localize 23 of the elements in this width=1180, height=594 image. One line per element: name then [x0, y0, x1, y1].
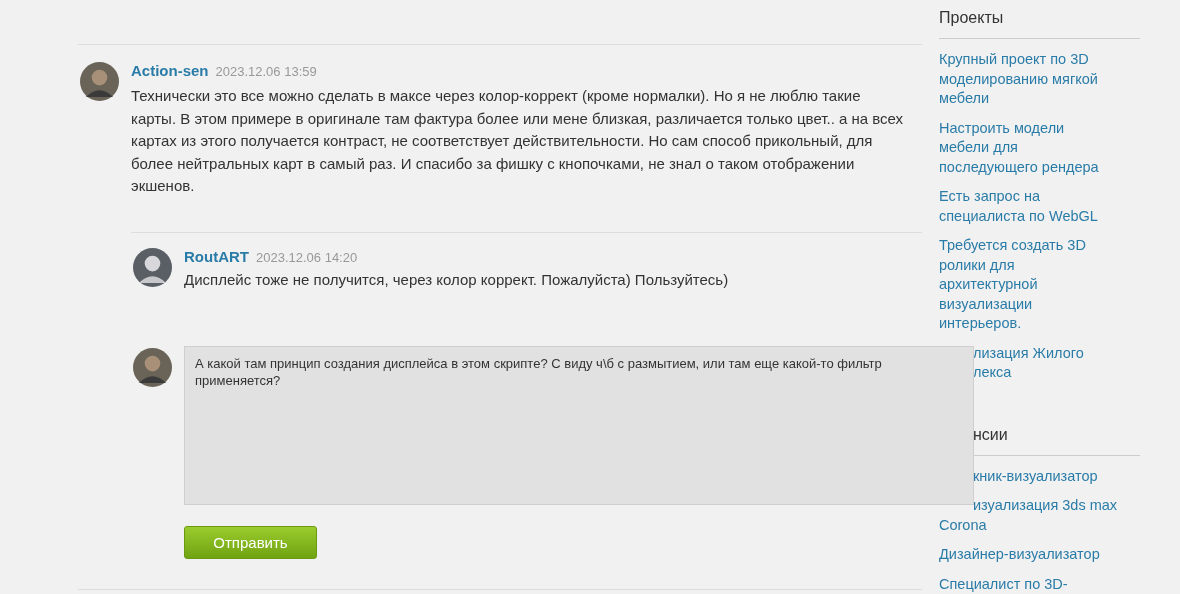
sidebar-link[interactable]: Есть запрос на специалиста по WebGL — [939, 187, 1105, 226]
comment-text: Дисплейс тоже не получится, через колор коррект. Пожалуйста) Пользуйтесь) — [184, 269, 730, 290]
avatar — [133, 247, 172, 287]
avatar — [80, 62, 119, 101]
comment-date: 2023.12.06 14:20 — [256, 249, 358, 265]
sidebar-link[interactable]: Настроить модели мебели для последующего рендера — [939, 118, 1105, 177]
comment-text: Технически это все можно сделать в максе через колор-коррект (кроме нормалки). Но я не люблю такие карты. В этом примере в оригинале там фактура более или мене близкая, различается только цвет.. а на всех картах из этого получается контраст, не соответствует действительности. Но сам способ прикольный, для более нейтральных карт в самый раз. И спасибо за фишку с кнопочками, не знал о таком отображении экшенов. — [131, 86, 905, 197]
comment-date: 2023.12.06 13:59 — [215, 64, 317, 79]
section-title: Проекты — [939, 0, 1140, 39]
sidebar-link[interactable]: Крупный проект по 3D моделированию мягкой мебели — [939, 50, 1105, 109]
avatar — [133, 347, 172, 387]
sidebar-link[interactable]: лекса — [973, 363, 1012, 383]
send-button[interactable]: Отправить — [184, 525, 317, 559]
author-link[interactable]: Action-sen — [131, 62, 209, 79]
sidebar-link[interactable]: Дизайнер-визуализатор — [939, 545, 1100, 565]
sidebar-link[interactable]: Специалист по 3D- — [939, 574, 1068, 594]
author-link[interactable]: RoutART — [184, 247, 249, 265]
sidebar-link[interactable]: кник-визуализатор — [973, 466, 1098, 486]
reply-field[interactable]: А какой там принцип создания дисплейса в этом скрипте? С виду ч\б с размытием, или там еще какой-то фильтр применяется? — [184, 345, 974, 505]
sidebar-link[interactable]: лизация Жилого — [973, 343, 1084, 363]
sidebar-link[interactable]: изуализация 3ds max — [973, 496, 1118, 516]
sidebar-link[interactable]: Corona — [939, 515, 987, 535]
sidebar-link[interactable]: Требуется создать 3D ролики для архитектурной визуализации интерьеров. — [939, 236, 1105, 334]
